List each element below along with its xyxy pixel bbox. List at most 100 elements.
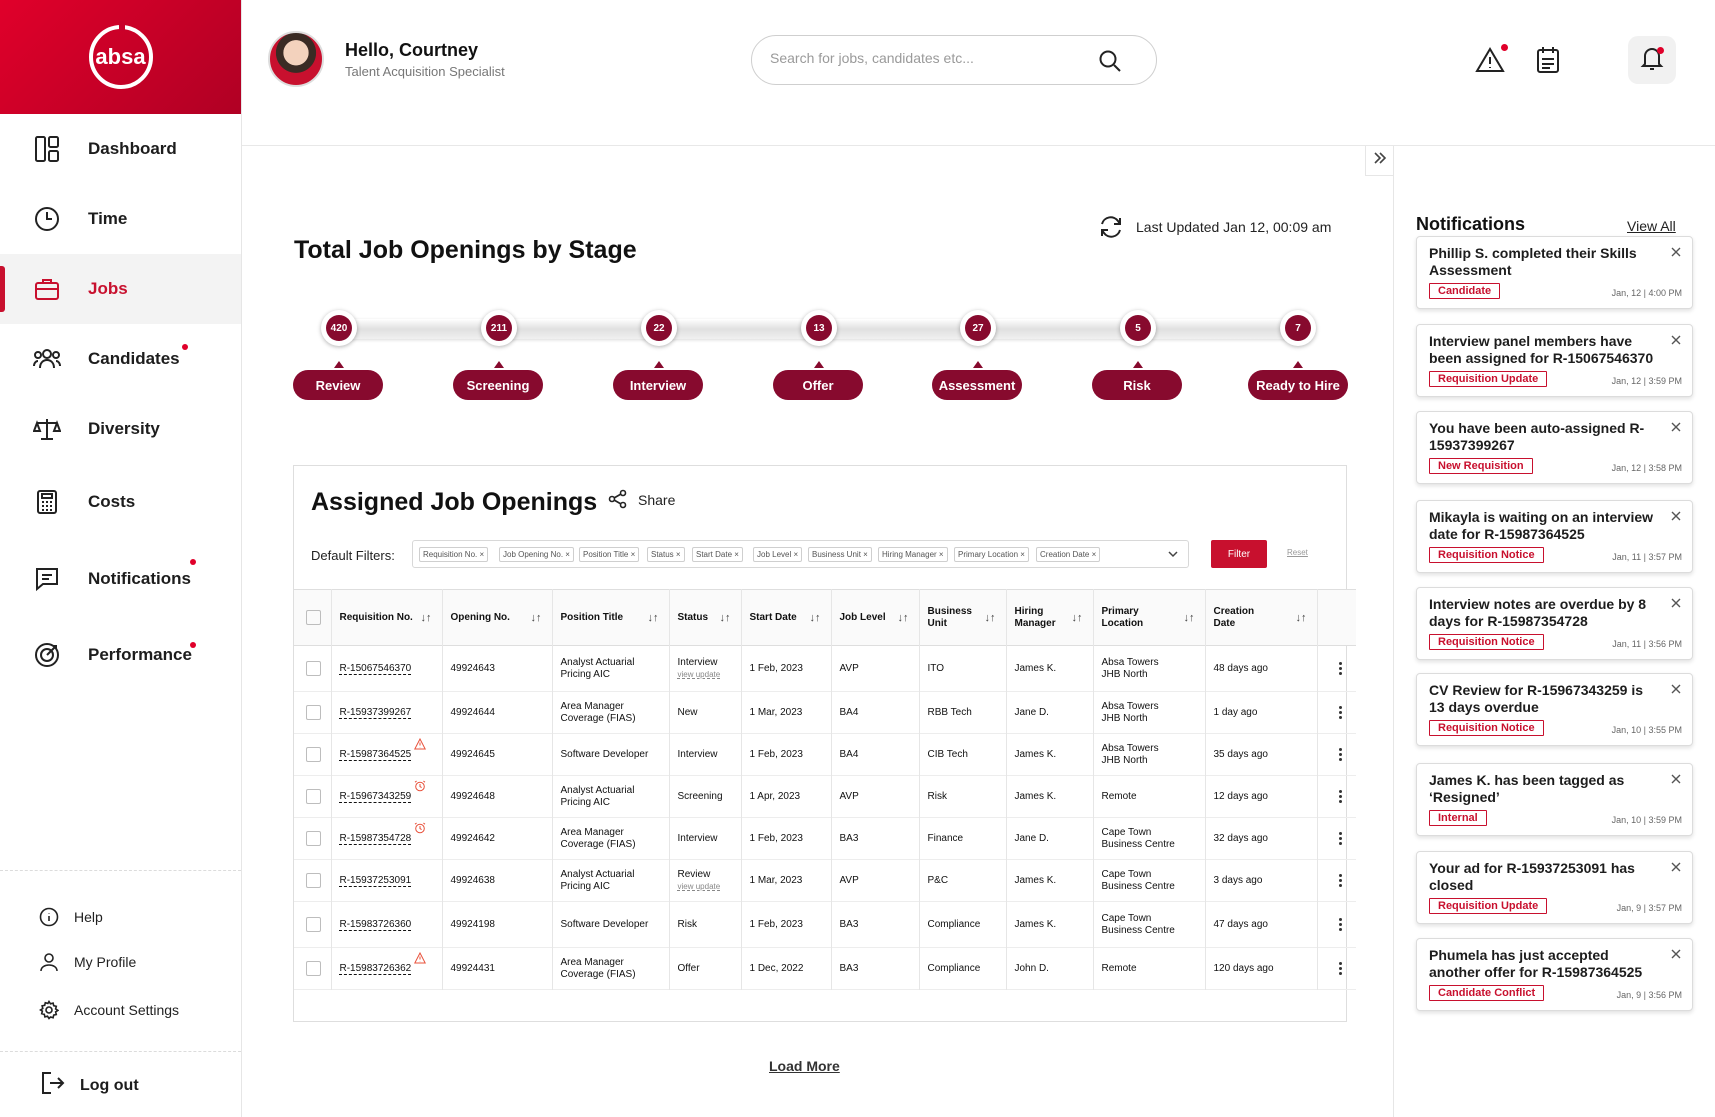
column-header[interactable]: Job Level ↓↑ xyxy=(831,589,920,646)
requisition-link[interactable]: R-15983726362 xyxy=(340,951,427,975)
close-icon[interactable] xyxy=(1670,682,1682,694)
stage-interview[interactable]: 22 Interview xyxy=(613,310,703,400)
table-row[interactable]: R-15937253091 49924638 Analyst Actuarial Pr… xyxy=(294,859,1357,902)
close-icon[interactable] xyxy=(1670,245,1682,257)
filter-chip[interactable]: Job Level × xyxy=(753,547,803,562)
more-options-icon[interactable] xyxy=(1326,748,1357,761)
column-header[interactable]: Start Date ↓↑ xyxy=(741,589,832,646)
collapse-panel-button[interactable] xyxy=(1365,146,1393,176)
filter-button[interactable]: Filter xyxy=(1211,540,1267,568)
sort-icon[interactable]: ↓↑ xyxy=(531,612,542,624)
column-header[interactable]: Requisition No. ↓↑ xyxy=(331,589,443,646)
notification-card[interactable]: CV Review for R-15967343259 is 13 days o… xyxy=(1416,673,1693,746)
more-options-icon[interactable] xyxy=(1326,874,1357,887)
sidebar-item-notifications[interactable]: Notifications xyxy=(0,541,241,617)
row-checkbox[interactable] xyxy=(306,831,321,846)
my-profile-link[interactable]: My Profile xyxy=(38,951,136,973)
row-checkbox[interactable] xyxy=(306,661,321,676)
table-row[interactable]: R-15937399267 49924644 Area Manager Coverag… xyxy=(294,691,1357,734)
share-button[interactable]: Share xyxy=(608,489,675,511)
stage-screening[interactable]: 211 Screening xyxy=(453,310,543,400)
requisition-link[interactable]: R-15987354728 xyxy=(340,822,426,845)
more-options-icon[interactable] xyxy=(1326,832,1357,845)
sidebar-item-diversity[interactable]: Diversity xyxy=(0,394,241,464)
row-checkbox[interactable] xyxy=(306,917,321,932)
sidebar-item-jobs[interactable]: Jobs xyxy=(0,254,241,324)
column-header[interactable]: Status ↓↑ xyxy=(669,589,742,646)
filter-chip[interactable]: Primary Location × xyxy=(954,547,1029,562)
filter-chip[interactable]: Position Title × xyxy=(579,547,640,562)
column-header[interactable]: Opening No. ↓↑ xyxy=(442,589,553,646)
notification-card[interactable]: Your ad for R-15937253091 has closed Requ… xyxy=(1416,851,1693,924)
stage-ready-to-hire[interactable]: 7 Ready to Hire xyxy=(1248,310,1348,400)
more-options-icon[interactable] xyxy=(1326,706,1357,719)
load-more-button[interactable]: Load More xyxy=(769,1058,840,1074)
avatar[interactable] xyxy=(268,31,324,87)
notification-card[interactable]: Interview panel members have been assign… xyxy=(1416,324,1693,397)
close-icon[interactable] xyxy=(1670,772,1682,784)
sidebar-item-costs[interactable]: Costs xyxy=(0,464,241,540)
column-header[interactable]: Creation Date ↓↑ xyxy=(1205,589,1318,646)
column-header[interactable]: Hiring Manager ↓↑ xyxy=(1006,589,1094,646)
notification-card[interactable]: James K. has been tagged as ‘Resigned’ In… xyxy=(1416,763,1693,836)
stage-assessment[interactable]: 27 Assessment xyxy=(932,310,1022,400)
refresh-icon[interactable] xyxy=(1098,214,1124,240)
requisition-link[interactable]: R-15937253091 xyxy=(340,875,412,887)
filter-chip[interactable]: Creation Date × xyxy=(1036,547,1101,562)
notification-card[interactable]: Mikayla is waiting on an interview date … xyxy=(1416,500,1693,573)
column-header[interactable]: Business Unit ↓↑ xyxy=(919,589,1007,646)
close-icon[interactable] xyxy=(1670,509,1682,521)
stage-offer[interactable]: 13 Offer xyxy=(773,310,863,400)
requisition-link[interactable]: R-15967343259 xyxy=(340,780,426,803)
row-checkbox[interactable] xyxy=(306,789,321,804)
more-options-icon[interactable] xyxy=(1326,662,1357,675)
row-checkbox[interactable] xyxy=(306,747,321,762)
sort-icon[interactable]: ↓↑ xyxy=(1184,612,1195,624)
sidebar-item-dashboard[interactable]: Dashboard xyxy=(0,114,241,184)
filter-chip[interactable]: Requisition No. × xyxy=(419,547,489,562)
view-update-link[interactable]: view update xyxy=(678,669,741,681)
row-checkbox[interactable] xyxy=(306,961,321,976)
requisition-link[interactable]: R-15937399267 xyxy=(340,707,412,719)
notifications-bell-button[interactable] xyxy=(1628,36,1676,84)
filter-select[interactable]: Requisition No. × Job Opening No. × Posi… xyxy=(412,540,1189,568)
notification-card[interactable]: Phillip S. completed their Skills Assess… xyxy=(1416,236,1693,309)
reset-link[interactable]: Reset xyxy=(1287,548,1308,557)
table-row[interactable]: R-15987364525 49924645 Software Developer I… xyxy=(294,733,1357,776)
close-icon[interactable] xyxy=(1670,947,1682,959)
more-options-icon[interactable] xyxy=(1326,962,1357,975)
column-header[interactable]: Position Title ↓↑ xyxy=(552,589,670,646)
row-checkbox[interactable] xyxy=(306,873,321,888)
column-header[interactable]: Primary Location ↓↑ xyxy=(1093,589,1206,646)
chevron-down-icon[interactable] xyxy=(1166,547,1180,561)
logout-button[interactable]: Log out xyxy=(40,1070,139,1101)
row-checkbox[interactable] xyxy=(306,705,321,720)
filter-chip[interactable]: Status × xyxy=(647,547,685,562)
sort-icon[interactable]: ↓↑ xyxy=(1296,612,1307,624)
close-icon[interactable] xyxy=(1670,596,1682,608)
stage-risk[interactable]: 5 Risk xyxy=(1092,310,1182,400)
sort-icon[interactable]: ↓↑ xyxy=(648,612,659,624)
stage-review[interactable]: 420 Review xyxy=(293,310,383,400)
notification-card[interactable]: Phumela has just accepted another offer … xyxy=(1416,938,1693,1011)
alert-triangle-icon[interactable] xyxy=(1474,44,1508,76)
table-row[interactable]: R-15983726360 49924198 Software Developer R… xyxy=(294,901,1356,948)
more-options-icon[interactable] xyxy=(1326,790,1357,803)
table-row[interactable]: R-15983726362 49924431 Area Manager Coverag… xyxy=(294,947,1357,990)
logo-area[interactable]: absa xyxy=(0,0,241,114)
table-row[interactable]: R-15987354728 49924642 Area Manager Coverag… xyxy=(294,817,1357,860)
close-icon[interactable] xyxy=(1670,420,1682,432)
requisition-link[interactable]: R-15983726360 xyxy=(340,919,412,931)
sort-icon[interactable]: ↓↑ xyxy=(421,612,432,624)
search-icon[interactable] xyxy=(1098,49,1122,73)
table-row[interactable]: R-15067546370 49924643 Analyst Actuarial Pr… xyxy=(294,645,1357,692)
view-all-link[interactable]: View All xyxy=(1627,218,1676,234)
sort-icon[interactable]: ↓↑ xyxy=(810,612,821,624)
view-update-link[interactable]: view update xyxy=(678,881,741,893)
account-settings-link[interactable]: Account Settings xyxy=(38,999,179,1021)
requisition-link[interactable]: R-15067546370 xyxy=(340,663,412,675)
help-link[interactable]: Help xyxy=(38,906,103,928)
notification-card[interactable]: Interview notes are overdue by 8 days fo… xyxy=(1416,587,1693,660)
select-all-checkbox[interactable] xyxy=(306,610,321,625)
filter-chip[interactable]: Start Date × xyxy=(692,547,743,562)
